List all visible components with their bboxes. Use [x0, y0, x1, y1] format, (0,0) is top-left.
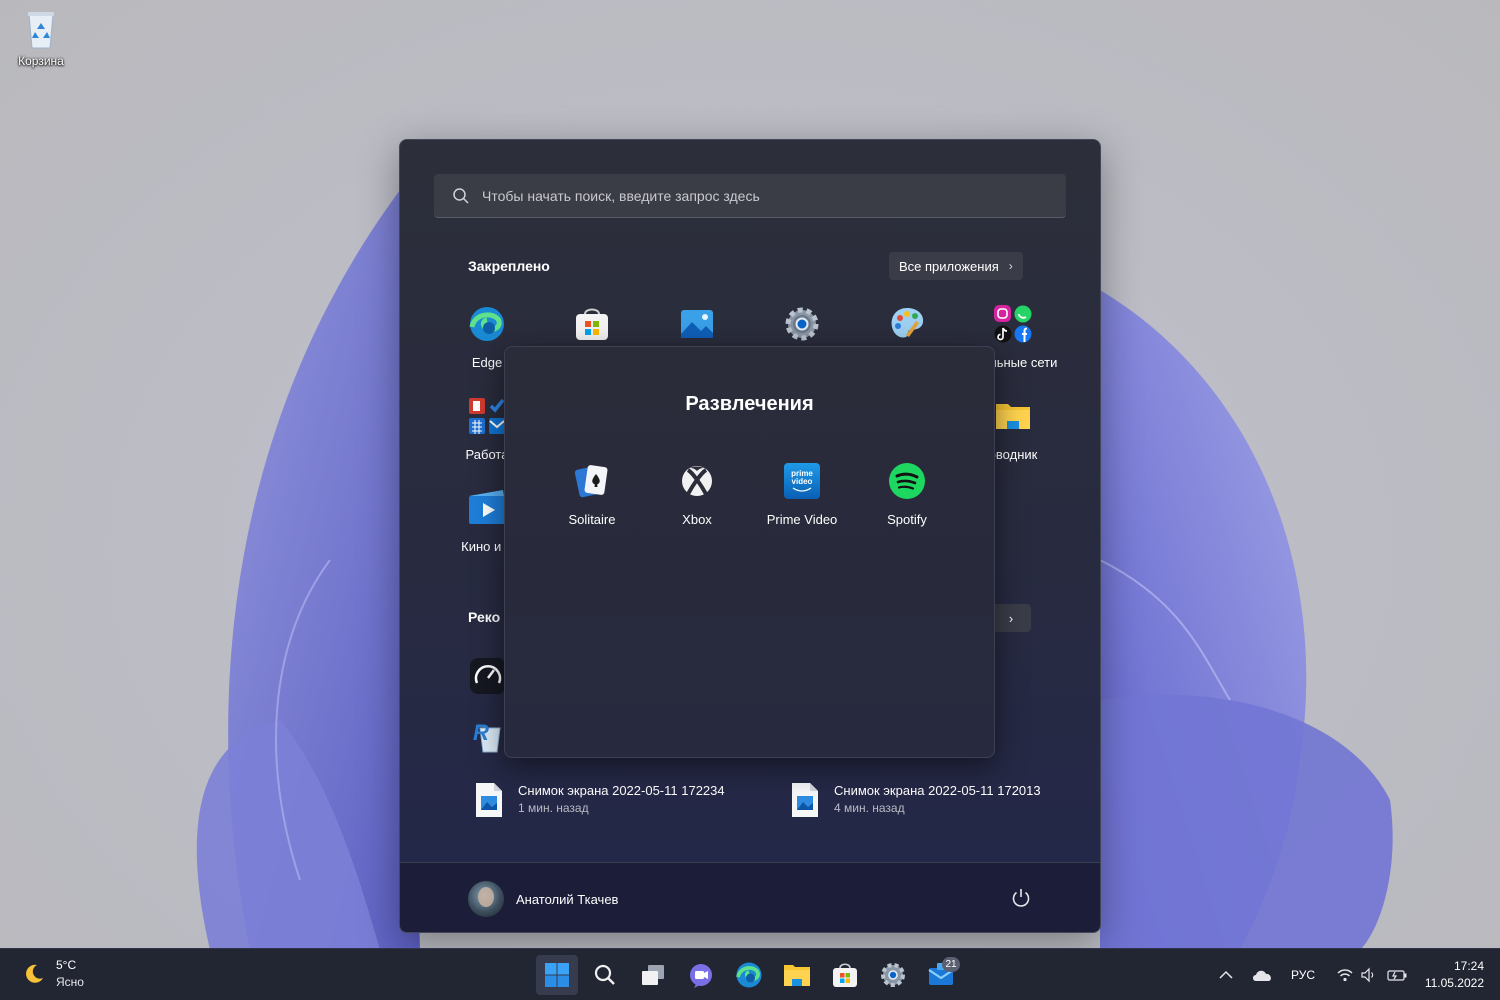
show-hidden-icons-button[interactable]	[1216, 949, 1236, 1000]
folder-icon	[784, 965, 810, 986]
revo-uninstaller-icon: R	[473, 720, 501, 753]
clock[interactable]: 17:24 11.05.2022	[1425, 958, 1484, 992]
folder-app-label: Solitaire	[568, 512, 616, 527]
recommended-item[interactable]: Снимок экрана 2022-05-11 172234 1 мин. н…	[474, 782, 725, 818]
search-input[interactable]	[482, 187, 1042, 204]
battery-button[interactable]	[1386, 949, 1408, 1000]
folder-app-label: Prime Video	[766, 512, 838, 527]
paint-icon	[887, 304, 927, 344]
onedrive-button[interactable]	[1250, 949, 1274, 1000]
clock-date: 11.05.2022	[1424, 976, 1484, 990]
avatar	[468, 881, 504, 917]
search-icon	[453, 187, 469, 204]
folder-app-solitaire[interactable]: Solitaire	[539, 461, 645, 528]
volume-button[interactable]	[1360, 949, 1378, 1000]
weather-condition: Ясно	[56, 975, 84, 989]
chevron-right-icon: ›	[1008, 259, 1013, 273]
windows-logo-icon	[545, 963, 569, 987]
recommended-title: Реко	[468, 609, 501, 625]
more-label: ›	[1008, 610, 1014, 626]
speedometer-icon	[470, 658, 506, 694]
recommended-item-time: 4 мин. назад	[834, 801, 905, 815]
recommended-item[interactable]: Снимок экрана 2022-05-11 172013 4 мин. н…	[790, 782, 1041, 818]
solitaire-icon	[572, 461, 612, 501]
taskbar: 5°C Ясно 21 РУС 17:24 11.05.2022	[0, 948, 1500, 1000]
svg-text:R: R	[473, 720, 489, 745]
folder-title: Развлечения	[685, 393, 814, 415]
folder-app-label: Spotify	[887, 512, 927, 527]
image-file-icon	[476, 783, 502, 817]
movies-icon	[467, 488, 507, 528]
folder-app-spotify[interactable]: Spotify	[854, 461, 960, 528]
taskbar-edge-button[interactable]	[728, 955, 770, 995]
settings-icon	[782, 304, 822, 344]
battery-icon	[1387, 970, 1407, 981]
language-indicator[interactable]: РУС	[1291, 949, 1315, 1000]
more-button[interactable]: ›	[991, 604, 1031, 632]
folder-app-xbox[interactable]: Xbox	[644, 461, 750, 528]
recommended-app-speedtest[interactable]	[468, 656, 508, 696]
weather-widget[interactable]: 5°C Ясно	[22, 957, 84, 991]
edge-icon	[736, 962, 762, 988]
moon-icon	[26, 964, 43, 983]
folder-popup-entertainment: Развлечения Solitaire Xbox prime video P…	[504, 346, 995, 758]
weather-temp: 5°C	[56, 958, 77, 972]
taskbar-mail-button[interactable]: 21	[920, 955, 962, 995]
recommended-item-name: Снимок экрана 2022-05-11 172234	[518, 783, 725, 798]
start-menu-footer: Анатолий Ткачев	[400, 862, 1100, 932]
store-icon	[833, 963, 857, 987]
all-apps-label: Все приложения	[899, 258, 999, 274]
store-icon	[572, 304, 612, 344]
task-view-button[interactable]	[632, 955, 674, 995]
taskbar-store-button[interactable]	[824, 955, 866, 995]
edge-icon	[467, 304, 507, 344]
chevron-up-icon	[1219, 970, 1233, 979]
speaker-icon	[1361, 967, 1374, 983]
search-box[interactable]	[434, 174, 1066, 218]
prime-video-logo-text: prime video	[791, 469, 813, 486]
recycle-bin-icon	[19, 6, 63, 50]
search-icon	[594, 964, 615, 985]
cloud-icon	[1253, 970, 1271, 981]
user-name: Анатолий Ткачев	[516, 891, 619, 907]
xbox-icon	[677, 461, 717, 501]
photos-icon	[677, 304, 717, 344]
task-view-icon	[642, 965, 664, 985]
recommended-item-time: 1 мин. назад	[518, 801, 589, 815]
chat-icon	[690, 964, 712, 988]
taskbar-explorer-button[interactable]	[776, 955, 818, 995]
recycle-bin[interactable]: Корзина	[8, 6, 74, 68]
start-button[interactable]	[536, 955, 578, 995]
network-button[interactable]	[1336, 949, 1354, 1000]
spotify-icon	[887, 461, 927, 501]
power-icon[interactable]	[1010, 887, 1032, 909]
user-account-button[interactable]: Анатолий Ткачев	[468, 881, 618, 917]
folder-app-prime-video[interactable]: prime video Prime Video	[749, 461, 855, 528]
mail-badge: 21	[942, 957, 960, 972]
work-folder-icon	[467, 396, 507, 436]
wifi-icon	[1337, 969, 1353, 982]
taskbar-settings-button[interactable]	[872, 955, 914, 995]
teams-chat-button[interactable]	[680, 955, 722, 995]
recycle-bin-label: Корзина	[18, 54, 64, 68]
clock-time: 17:24	[1453, 959, 1484, 973]
explorer-icon	[993, 396, 1033, 436]
recommended-app-revo[interactable]: R	[468, 716, 508, 756]
settings-icon	[881, 963, 905, 987]
recommended-item-name: Снимок экрана 2022-05-11 172013	[834, 783, 1041, 798]
all-apps-button[interactable]: Все приложения ›	[889, 252, 1023, 280]
language-label: РУС	[1291, 968, 1316, 982]
taskbar-search-button[interactable]	[584, 955, 626, 995]
social-folder-icon	[993, 304, 1033, 344]
folder-app-label: Xbox	[682, 512, 712, 527]
image-file-icon	[792, 783, 818, 817]
prime-video-icon: prime video	[782, 461, 822, 501]
pinned-title: Закреплено	[468, 258, 550, 274]
